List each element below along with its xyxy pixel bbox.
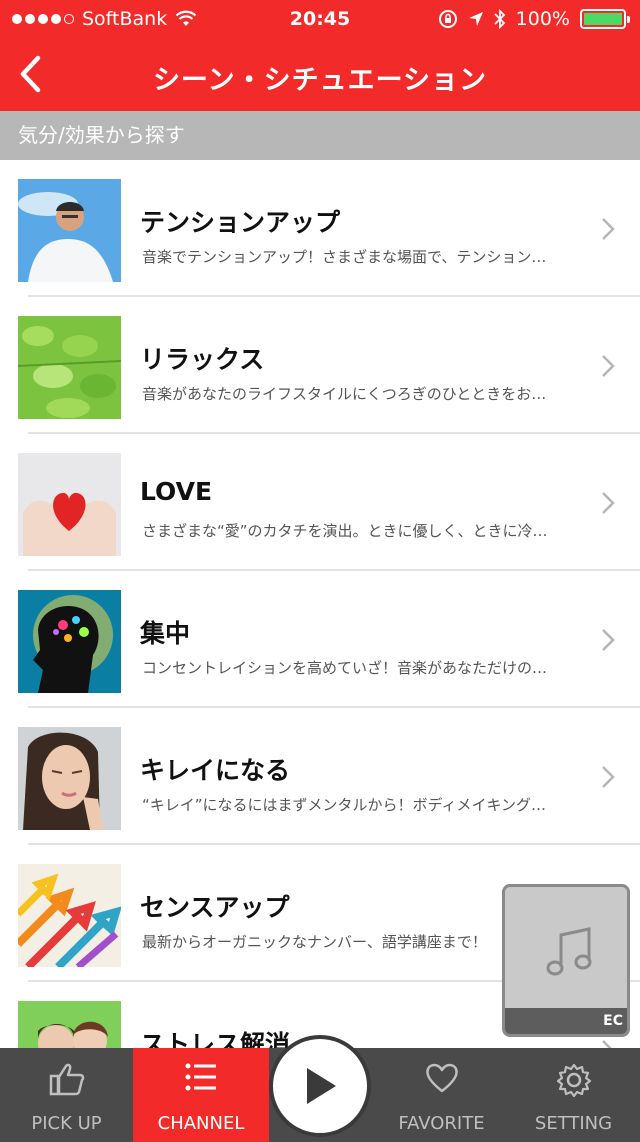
thumbnail-image (18, 179, 121, 282)
chevron-right-icon (602, 629, 615, 651)
tab-icon (133, 1062, 269, 1092)
list-item[interactable]: テンションアップ 音楽でテンションアップ！さまざまな場面で、テンション… (0, 160, 640, 297)
tab-label: PICK UP (31, 1113, 102, 1134)
tab-icon (0, 1062, 133, 1096)
mini-player-label: EC (505, 1008, 627, 1034)
rotation-lock-icon (438, 10, 457, 28)
item-title: ストレス解消 (140, 1030, 291, 1048)
location-icon (468, 12, 483, 26)
item-description: 音楽でテンションアップ！さまざまな場面で、テンション… (142, 248, 547, 266)
list-icon (185, 1063, 216, 1091)
tab-label: SETTING (534, 1113, 613, 1134)
item-title: キレイになる (140, 756, 291, 785)
thumbs-up-icon (49, 1063, 84, 1096)
page-title: シーン・シチュエーション (152, 65, 488, 96)
list-item[interactable]: リラックス 音楽があなたのライフスタイルにくつろぎのひとときをお… (0, 297, 640, 434)
tab-favorite[interactable]: FAVORITE (375, 1048, 508, 1142)
thumbnail-image (18, 1001, 121, 1048)
nav-bar: シーン・シチュエーション (0, 38, 640, 111)
item-description: コンセントレイションを高めていざ！音楽があなただけの… (142, 659, 548, 677)
tab-label: FAVORITE (398, 1113, 485, 1134)
thumbnail-image (18, 590, 121, 693)
item-description: 音楽があなたのライフスタイルにくつろぎのひとときをお… (142, 385, 547, 403)
thumbnail-image (18, 453, 121, 556)
list-item[interactable]: LOVE さまざまな“愛”のカタチを演出。ときに優しく、ときに冷… (0, 434, 640, 571)
tab-icon (507, 1062, 640, 1098)
item-title: LOVE (140, 477, 213, 506)
tab-setting[interactable]: SETTING (507, 1048, 640, 1142)
top-bar: SoftBank 20:45 100% シーン・シチュエーション (0, 0, 640, 111)
heart-icon (425, 1063, 458, 1093)
item-title: リラックス (140, 345, 265, 374)
item-description: “キレイ”になるにはまずメンタルから！ボディメイキング… (142, 796, 547, 814)
section-header: 気分/効果から探す (0, 111, 640, 160)
play-button[interactable] (269, 1035, 371, 1137)
thumbnail-image (18, 864, 121, 967)
thumbnail-image (18, 316, 121, 419)
item-title: テンションアップ (140, 208, 341, 237)
chevron-right-icon (602, 355, 615, 377)
status-right: 100% (438, 8, 630, 30)
list-item[interactable]: 集中 コンセントレイションを高めていざ！音楽があなただけの… (0, 571, 640, 708)
thumbnail-image (18, 727, 121, 830)
tab-channel[interactable]: CHANNEL (133, 1048, 269, 1142)
mini-player[interactable]: EC (502, 884, 630, 1037)
tab-label: CHANNEL (157, 1113, 245, 1134)
battery-fill (584, 13, 622, 25)
battery-percent: 100% (515, 8, 570, 30)
item-description: さまざまな“愛”のカタチを演出。ときに優しく、ときに冷… (142, 522, 548, 540)
tab-icon (375, 1062, 508, 1094)
list-item[interactable]: キレイになる “キレイ”になるにはまずメンタルから！ボディメイキング… (0, 708, 640, 845)
gear-icon (556, 1063, 591, 1098)
item-title: 集中 (140, 619, 191, 648)
status-bar: SoftBank 20:45 100% (0, 0, 640, 38)
chevron-right-icon (602, 218, 615, 240)
item-title: センスアップ (140, 893, 290, 922)
play-icon (307, 1068, 336, 1104)
chevron-right-icon (602, 1040, 612, 1048)
tab-pick-up[interactable]: PICK UP (0, 1048, 133, 1142)
bluetooth-icon (494, 9, 505, 29)
chevron-right-icon (602, 766, 615, 788)
chevron-right-icon (602, 492, 615, 514)
music-note-icon (546, 927, 592, 976)
battery-icon (580, 9, 630, 29)
